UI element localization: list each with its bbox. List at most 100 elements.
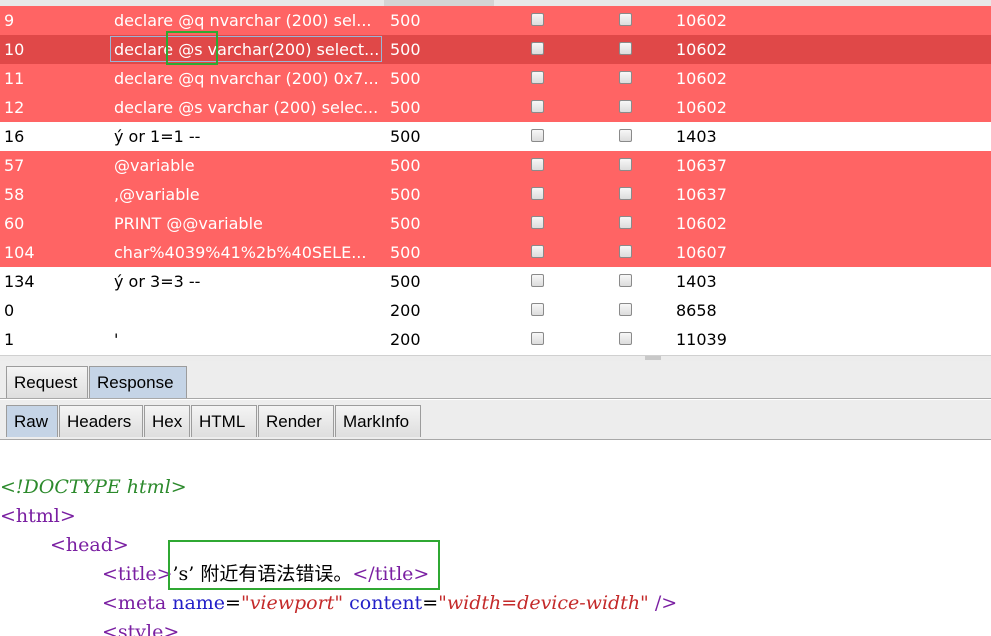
timeout-checkbox[interactable] (619, 42, 632, 55)
intruder-results-table: 9 declare @q nvarchar (200) sel... 500 1060… (0, 0, 991, 355)
payload-cell (114, 296, 382, 325)
meta-line: <meta name="viewport" content="width=dev… (102, 592, 678, 614)
error-checkbox[interactable] (531, 42, 544, 55)
tab-markinfo[interactable]: MarkInfo (335, 405, 421, 437)
status-cell: 500 (390, 98, 421, 117)
html-open-line: <html> (0, 505, 76, 527)
payload-cell: declare @q nvarchar (200) 0x7... (114, 69, 379, 88)
request-number: 58 (4, 185, 25, 204)
tab-html[interactable]: HTML (191, 405, 257, 437)
length-cell: 10602 (676, 40, 727, 59)
table-row[interactable]: 11 declare @q nvarchar (200) 0x7... 500 106… (0, 64, 991, 93)
error-checkbox[interactable] (531, 158, 544, 171)
table-row[interactable]: 0 200 8658 (0, 296, 991, 325)
response-raw-editor[interactable]: <!DOCTYPE html> <html> <head> <title>’s’… (0, 441, 991, 636)
length-cell: 10602 (676, 98, 727, 117)
tab-response[interactable]: Response (89, 366, 187, 398)
cell-focus-border (110, 36, 382, 62)
style-open-line: <style> (102, 621, 180, 636)
doctype-line: <!DOCTYPE html> (0, 476, 187, 498)
status-cell: 500 (390, 272, 421, 291)
tab-request[interactable]: Request (6, 366, 88, 398)
timeout-checkbox[interactable] (619, 303, 632, 316)
response-view-tabs: Raw Headers Hex HTML Render MarkInfo (0, 400, 991, 440)
table-row[interactable]: 10 declare @s varchar(200) select... 500 10… (0, 35, 991, 64)
status-cell: 500 (390, 127, 421, 146)
timeout-checkbox[interactable] (619, 187, 632, 200)
timeout-checkbox[interactable] (619, 100, 632, 113)
highlight-box-payload (166, 31, 218, 65)
length-cell: 1403 (676, 127, 717, 146)
payload-cell: ' (114, 330, 119, 349)
splitter-grip[interactable] (645, 356, 661, 360)
tab-hex[interactable]: Hex (144, 405, 190, 437)
timeout-checkbox[interactable] (619, 71, 632, 84)
payload-cell: @variable (114, 156, 195, 175)
error-checkbox[interactable] (531, 129, 544, 142)
tab-raw[interactable]: Raw (6, 405, 58, 437)
table-row[interactable]: 12 declare @s varchar (200) selec... 500 10… (0, 93, 991, 122)
length-cell: 10607 (676, 243, 727, 262)
payload-cell: ý or 3=3 -- (114, 272, 201, 291)
table-row[interactable]: 58 ,@variable 500 10637 (0, 180, 991, 209)
timeout-checkbox[interactable] (619, 129, 632, 142)
table-row[interactable]: 1 ' 200 11039 (0, 325, 991, 354)
table-row[interactable]: 57 @variable 500 10637 (0, 151, 991, 180)
status-cell: 500 (390, 11, 421, 30)
length-cell: 10602 (676, 69, 727, 88)
request-number: 0 (4, 301, 15, 320)
timeout-checkbox[interactable] (619, 216, 632, 229)
request-number: 60 (4, 214, 25, 233)
length-cell: 10602 (676, 11, 727, 30)
table-row[interactable]: 60 PRINT @@variable 500 10602 (0, 209, 991, 238)
error-checkbox[interactable] (531, 71, 544, 84)
table-row[interactable]: 104 char%4039%41%2b%40SELE... 500 10607 (0, 238, 991, 267)
payload-cell: ,@variable (114, 185, 200, 204)
tab-headers[interactable]: Headers (59, 405, 143, 437)
length-cell: 10637 (676, 185, 727, 204)
error-checkbox[interactable] (531, 303, 544, 316)
timeout-checkbox[interactable] (619, 274, 632, 287)
table-row[interactable]: 134 ý or 3=3 -- 500 1403 (0, 267, 991, 296)
status-cell: 200 (390, 330, 421, 349)
request-number: 1 (4, 330, 15, 349)
payload-cell: declare @s varchar (200) selec... (114, 98, 379, 117)
request-number: 134 (4, 272, 35, 291)
tab-render[interactable]: Render (258, 405, 334, 437)
payload-cell: declare @q nvarchar (200) sel... (114, 11, 372, 30)
request-number: 57 (4, 156, 25, 175)
status-cell: 500 (390, 69, 421, 88)
length-cell: 10637 (676, 156, 727, 175)
request-number: 11 (4, 69, 25, 88)
table-row[interactable]: 9 declare @q nvarchar (200) sel... 500 1060… (0, 6, 991, 35)
request-number: 16 (4, 127, 25, 146)
length-cell: 1403 (676, 272, 717, 291)
highlight-box-error (168, 540, 440, 590)
timeout-checkbox[interactable] (619, 332, 632, 345)
status-cell: 500 (390, 40, 421, 59)
status-cell: 500 (390, 214, 421, 233)
error-checkbox[interactable] (531, 245, 544, 258)
error-checkbox[interactable] (531, 187, 544, 200)
request-number: 10 (4, 40, 25, 59)
request-response-tabs: Request Response (0, 361, 991, 399)
payload-cell: PRINT @@variable (114, 214, 263, 233)
status-cell: 500 (390, 156, 421, 175)
timeout-checkbox[interactable] (619, 158, 632, 171)
payload-cell: char%4039%41%2b%40SELE... (114, 243, 367, 262)
error-checkbox[interactable] (531, 332, 544, 345)
head-open-line: <head> (50, 534, 129, 556)
timeout-checkbox[interactable] (619, 13, 632, 26)
error-checkbox[interactable] (531, 274, 544, 287)
status-cell: 500 (390, 185, 421, 204)
error-checkbox[interactable] (531, 216, 544, 229)
status-cell: 200 (390, 301, 421, 320)
error-checkbox[interactable] (531, 13, 544, 26)
payload-cell: ý or 1=1 -- (114, 127, 201, 146)
length-cell: 11039 (676, 330, 727, 349)
table-row[interactable]: 16 ý or 1=1 -- 500 1403 (0, 122, 991, 151)
error-checkbox[interactable] (531, 100, 544, 113)
timeout-checkbox[interactable] (619, 245, 632, 258)
request-number: 9 (4, 11, 15, 30)
length-cell: 10602 (676, 214, 727, 233)
